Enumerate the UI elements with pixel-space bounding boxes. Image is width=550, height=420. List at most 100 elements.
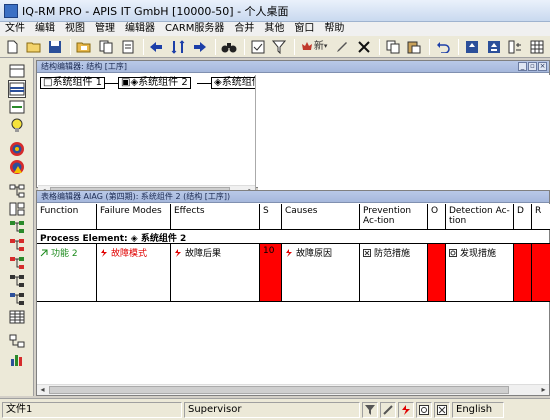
tree-icon[interactable] [8, 182, 26, 200]
process-element-value: ◈ 系统组件 2 [130, 234, 187, 243]
open-folder-icon[interactable] [25, 37, 43, 56]
col-failure-modes[interactable]: Failure Modes [97, 204, 171, 229]
menu-window[interactable]: 窗口 [289, 22, 319, 36]
occurrence-cell[interactable] [428, 244, 446, 301]
col-severity[interactable]: S [260, 204, 282, 229]
top-level-icon[interactable] [485, 37, 503, 56]
prevention-status-icon[interactable] [434, 401, 450, 418]
node-label: 系统组件 1 [52, 77, 102, 88]
detection-cell[interactable]: 发现措施 [446, 244, 514, 301]
menu-editor[interactable]: 编辑器 [120, 22, 160, 36]
tree-green-icon[interactable] [8, 218, 26, 236]
table-panel-title: 表格编辑器 AIAG (第四期): 系统组件 2 (结构 [工序]) [41, 192, 231, 201]
col-prevention[interactable]: Prevention Ac-tion [360, 204, 428, 229]
structure-panel-header: 结构编辑器: 结构 [工序] _ ▫ × [37, 61, 549, 73]
toolbar-separator [214, 38, 216, 55]
prevention-cell[interactable]: 防范措施 [360, 244, 428, 301]
severity-cell[interactable]: 10 [260, 244, 282, 301]
new-document-icon[interactable] [3, 37, 21, 56]
undo-icon[interactable] [434, 37, 452, 56]
failure-icon [101, 249, 107, 257]
structure-node-1[interactable]: □ 系统组件 1 [40, 77, 105, 89]
detection-status-icon[interactable] [416, 401, 432, 418]
rpn-cell[interactable] [532, 244, 550, 301]
sort-icon[interactable] [169, 37, 187, 56]
checklist-icon[interactable] [249, 37, 267, 56]
col-detection[interactable]: Detection Ac-tion [446, 204, 514, 229]
filter-status-icon[interactable] [362, 401, 378, 418]
tree-red-icon[interactable] [8, 236, 26, 254]
process-element-cell: Process Element: ◈ 系统组件 2 [37, 230, 550, 243]
structure-editor-panel: 结构编辑器: 结构 [工序] _ ▫ × □ 系统组件 1 ▣ ◈系统组件 2 … [36, 60, 550, 197]
cause-icon [286, 249, 292, 257]
menu-carm-server[interactable]: CARM服务器 [160, 22, 229, 36]
paste-icon[interactable] [405, 37, 423, 56]
target-warning-icon[interactable] [8, 158, 26, 176]
menu-edit[interactable]: 编辑 [30, 22, 60, 36]
function-cell[interactable]: 功能 2 [37, 244, 97, 301]
failure-status-icon[interactable] [398, 401, 414, 418]
toolbar-separator [457, 38, 459, 55]
bulb-icon[interactable] [8, 116, 26, 134]
back-arrow-icon[interactable] [148, 37, 166, 56]
effect-cell[interactable]: 故障后果 [171, 244, 260, 301]
target-icon[interactable] [8, 140, 26, 158]
detection-rank-cell[interactable] [514, 244, 532, 301]
col-effects[interactable]: Effects [171, 204, 260, 229]
filter-icon[interactable] [270, 37, 288, 56]
new-item-button[interactable]: 新 ▾ [299, 37, 329, 56]
menu-view[interactable]: 视图 [60, 22, 90, 36]
app-icon [4, 3, 18, 18]
forward-arrow-icon[interactable] [191, 37, 209, 56]
tree-red-alt-icon[interactable] [8, 254, 26, 272]
table-icon[interactable] [8, 308, 26, 326]
copy-icon[interactable] [384, 37, 402, 56]
node-label: ◈系统组件 2 [130, 77, 188, 88]
save-icon[interactable] [47, 37, 65, 56]
structure-node-2[interactable]: ▣ ◈系统组件 2 [118, 77, 191, 89]
link-status-icon[interactable] [380, 401, 396, 418]
process-element-label: Process Element: [40, 234, 128, 243]
col-function[interactable]: Function [37, 204, 97, 229]
pen-icon[interactable] [333, 37, 351, 56]
col-detection-rank[interactable]: D [514, 204, 532, 229]
struct-editor-icon[interactable] [8, 80, 26, 98]
scroll-right-icon[interactable]: ▸ [538, 385, 549, 395]
col-rpn[interactable]: R [532, 204, 550, 229]
toggle-pane-icon[interactable] [8, 62, 26, 80]
tree-dark-icon[interactable] [8, 272, 26, 290]
node-marker: □ [43, 77, 53, 88]
binoculars-icon[interactable] [220, 37, 238, 56]
menu-file[interactable]: 文件 [0, 22, 30, 36]
tree-alt-icon[interactable] [8, 200, 26, 218]
cause-cell[interactable]: 故障原因 [282, 244, 360, 301]
properties-icon[interactable] [119, 37, 137, 56]
function-editor-icon[interactable] [8, 98, 26, 116]
toolbar-separator [243, 38, 245, 55]
scroll-left-icon[interactable]: ◂ [37, 385, 48, 395]
close-icon[interactable]: × [538, 62, 547, 71]
delete-icon[interactable] [355, 37, 373, 56]
status-language[interactable]: English [452, 401, 504, 418]
menu-manage[interactable]: 管理 [90, 22, 120, 36]
failure-mode-cell[interactable]: 故障模式 [97, 244, 171, 301]
col-causes[interactable]: Causes [282, 204, 360, 229]
grid-icon[interactable] [528, 37, 546, 56]
bar-chart-icon[interactable] [8, 350, 26, 368]
up-level-icon[interactable] [463, 37, 481, 56]
scroll-thumb[interactable] [49, 386, 509, 394]
menu-help[interactable]: 帮助 [319, 22, 349, 36]
structure-node-3[interactable]: ◈系统组件 3 [211, 77, 255, 89]
open-project-icon[interactable] [75, 37, 93, 56]
minimize-icon[interactable]: _ [518, 62, 527, 71]
menu-other[interactable]: 其他 [259, 22, 289, 36]
function-icon [40, 249, 48, 257]
menu-merge[interactable]: 合并 [229, 22, 259, 36]
table-hscrollbar[interactable]: ◂ ▸ [37, 384, 549, 395]
ungroup-icon[interactable] [506, 37, 524, 56]
copy-document-icon[interactable] [97, 37, 115, 56]
restore-icon[interactable]: ▫ [528, 62, 537, 71]
col-occurrence[interactable]: O [428, 204, 446, 229]
tree-dark-alt-icon[interactable] [8, 290, 26, 308]
diagram-icon[interactable] [8, 332, 26, 350]
